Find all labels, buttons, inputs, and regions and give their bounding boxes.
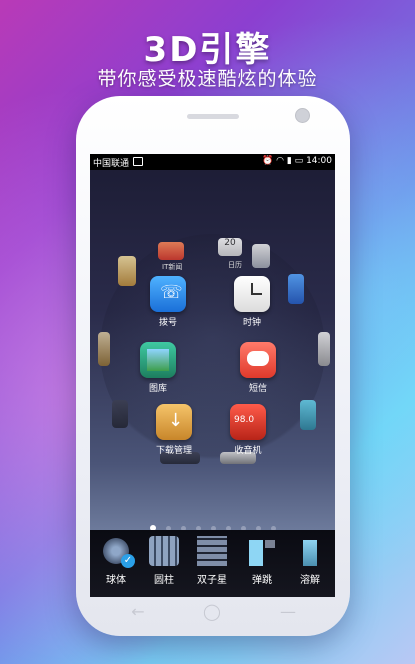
phone-camera — [295, 108, 310, 123]
wifi-icon: ◠ — [276, 156, 284, 166]
effect-bounce[interactable]: 弹跳 — [240, 536, 284, 586]
sphere-effect-icon: ✓ — [101, 536, 135, 568]
app-label: 短信 — [248, 384, 267, 394]
subheadline: 带你感受极速酷炫的体验 — [97, 68, 318, 90]
effect-dock: ✓ 球体 圆柱 双子星 弹跳 溶解 — [90, 530, 335, 597]
home-button[interactable]: ◯ — [202, 602, 222, 621]
effect-cylinder[interactable]: 圆柱 — [142, 536, 186, 586]
sms-icon — [240, 342, 276, 378]
phone-icon: ☏ — [150, 276, 186, 312]
effect-label: 溶解 — [300, 575, 320, 586]
tile-calendar[interactable]: 20 — [218, 238, 242, 256]
app-clock[interactable]: 时钟 — [224, 276, 280, 328]
menu-button[interactable]: — — [278, 602, 298, 621]
app-sms[interactable]: 短信 — [230, 342, 286, 394]
edge-label-news: IT新闻 — [162, 263, 183, 271]
tile-settings[interactable] — [318, 332, 330, 366]
back-button[interactable]: ← — [128, 602, 148, 621]
effect-label: 球体 — [106, 575, 126, 586]
carrier-name: 中国联通 — [93, 159, 130, 169]
download-icon: ↓ — [156, 404, 192, 440]
app-download-manager[interactable]: ↓ 下载管理 — [146, 404, 202, 456]
dissolve-effect-icon — [295, 536, 325, 566]
phone-speaker — [187, 114, 239, 119]
tile-news[interactable] — [158, 242, 184, 260]
phone-frame: 中国联通 ⏰ ◠ ▮ ▭ 14:00 20 IT新闻 日历 ☏ 拨号 时钟 图库… — [76, 96, 350, 636]
status-right: ⏰ ◠ ▮ ▭ 14:00 — [262, 156, 332, 166]
calendar-day: 20 — [224, 238, 236, 248]
tile-notes[interactable] — [118, 256, 136, 286]
app-radio[interactable]: 98.0 收音机 — [220, 404, 276, 456]
phone-screen: 中国联通 ⏰ ◠ ▮ ▭ 14:00 20 IT新闻 日历 ☏ 拨号 时钟 图库… — [90, 154, 335, 597]
app-label: 时钟 — [242, 318, 261, 328]
effect-gemini[interactable]: 双子星 — [190, 536, 234, 586]
app-label: 拨号 — [158, 318, 177, 328]
tile-browser[interactable] — [288, 274, 304, 304]
gallery-icon — [140, 342, 176, 378]
status-bar: 中国联通 ⏰ ◠ ▮ ▭ 14:00 — [90, 154, 335, 170]
edge-label-calendar: 日历 — [228, 261, 242, 269]
effect-label: 弹跳 — [252, 575, 272, 586]
app-label: 下载管理 — [155, 446, 192, 456]
tile-weather[interactable] — [300, 400, 316, 430]
tile-misc[interactable] — [112, 400, 128, 428]
cylinder-effect-icon — [149, 536, 179, 566]
app-gallery[interactable]: 图库 — [130, 342, 186, 394]
effect-dissolve[interactable]: 溶解 — [288, 536, 332, 586]
app-label: 图库 — [148, 384, 167, 394]
bounce-effect-icon — [247, 536, 277, 566]
signal-icon: ▮ — [286, 156, 292, 166]
status-time: 14:00 — [306, 156, 332, 166]
sms-notification-icon — [133, 157, 143, 166]
app-dialer[interactable]: ☏ 拨号 — [140, 276, 196, 328]
effect-label: 双子星 — [197, 575, 227, 586]
radio-frequency: 98.0 — [234, 415, 255, 425]
nav-bar: ← ◯ — — [90, 598, 335, 626]
tile-contacts[interactable] — [98, 332, 110, 366]
tile-tools[interactable] — [252, 244, 270, 268]
radio-icon: 98.0 — [230, 404, 266, 440]
selected-check-icon: ✓ — [121, 554, 135, 568]
gemini-effect-icon — [197, 536, 227, 566]
battery-icon: ▭ — [294, 156, 304, 166]
app-label: 收音机 — [234, 446, 262, 456]
effect-sphere[interactable]: ✓ 球体 — [94, 536, 138, 586]
clock-icon — [234, 276, 270, 312]
effect-label: 圆柱 — [154, 575, 174, 586]
alarm-icon: ⏰ — [262, 156, 274, 166]
